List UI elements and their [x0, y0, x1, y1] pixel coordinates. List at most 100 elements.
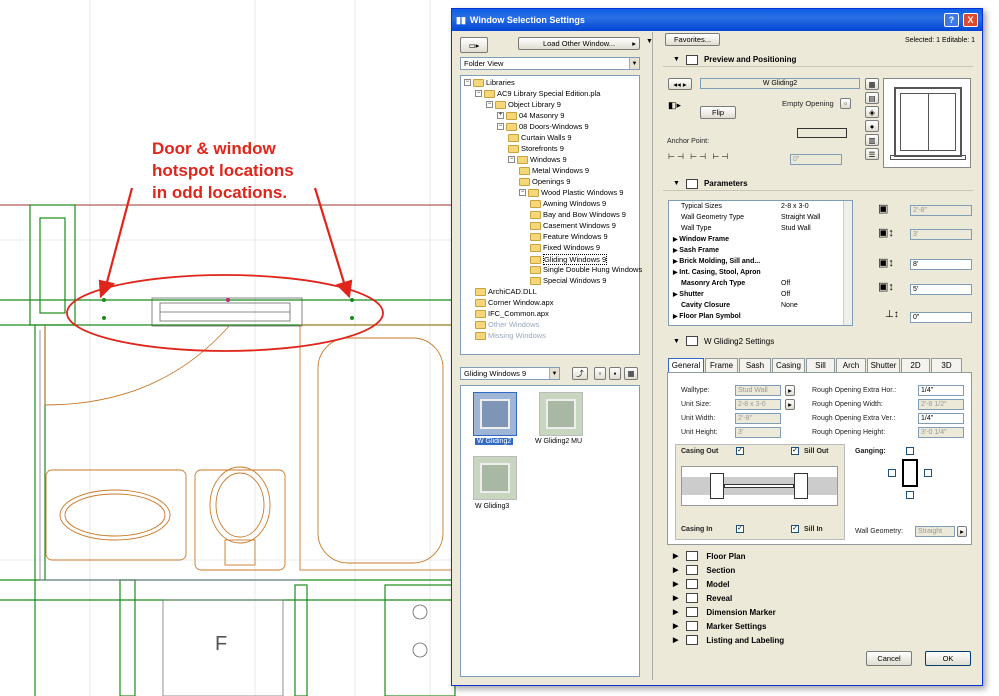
thumbnail-w-gliding2[interactable] [473, 392, 517, 436]
section-marker-settings[interactable]: ▶ Marker Settings [663, 619, 973, 633]
param-name[interactable]: Typical Sizes [681, 203, 722, 210]
help-button[interactable]: ? [944, 13, 959, 27]
casing-out-checkbox[interactable]: ✓ [736, 447, 744, 455]
section-reveal[interactable]: ▶ Reveal [663, 591, 973, 605]
parameters-section-header[interactable]: ▼ Parameters [663, 177, 973, 191]
tab-arch[interactable]: Arch [836, 358, 866, 372]
unit-size-field[interactable]: 2-8 x 3-0 [735, 399, 781, 410]
thumbnail-w-gliding2-mu[interactable] [539, 392, 583, 436]
tab-shutter[interactable]: Shutter [867, 358, 900, 372]
thumbnail-label[interactable]: W Gliding3 [475, 503, 509, 510]
favorites-button[interactable]: Favorites... [665, 33, 720, 46]
param-value[interactable]: Off [781, 291, 790, 298]
casing-in-checkbox[interactable]: ✓ [736, 525, 744, 533]
thumbnail-label[interactable]: W Gliding2 [475, 438, 514, 445]
sill-height-field[interactable]: 8' [910, 259, 972, 270]
ok-button[interactable]: OK [925, 651, 971, 666]
flip-button[interactable]: Flip [700, 106, 736, 119]
height-field[interactable]: 3' [910, 229, 972, 240]
tab-casing[interactable]: Casing [772, 358, 805, 372]
thumbnail-panel[interactable]: W Gliding2 W Gliding2 MU W Gliding3 [460, 385, 640, 677]
section-model[interactable]: ▶ Model [663, 577, 973, 591]
param-name[interactable]: Wall Geometry Type [681, 214, 744, 221]
rough-extra-ver-field[interactable]: 1/4" [918, 413, 964, 424]
folder-up-icon[interactable]: ⤴ [572, 367, 588, 380]
param-scrollbar[interactable] [843, 201, 852, 325]
param-name[interactable]: ▶ Sash Frame [673, 247, 719, 254]
tree-item[interactable]: Other Windows [475, 320, 539, 329]
tree-item[interactable]: Awning Windows 9 [530, 199, 606, 208]
param-name[interactable]: ▶ Brick Molding, Sill and... [673, 258, 760, 265]
tab-2d[interactable]: 2D [901, 358, 930, 372]
param-name[interactable]: ▶ Window Frame [673, 236, 729, 243]
tree-item[interactable]: Storefronts 9 [508, 144, 564, 153]
library-tree[interactable]: − Libraries − AC9 Library Special Edition.p… [460, 75, 642, 355]
param-name[interactable]: Cavity Closure [681, 302, 730, 309]
rough-height-field[interactable]: 3'-0 1/4" [918, 427, 964, 438]
view-mode-icon[interactable]: ▭▸ [460, 37, 488, 53]
tree-item[interactable]: Missing Windows [475, 331, 546, 340]
tree-item[interactable]: Openings 9 [519, 177, 570, 186]
unit-height-field[interactable]: 3' [735, 427, 781, 438]
preview-section-header[interactable]: ▼ Preview and Positioning [663, 53, 973, 67]
parameters-list[interactable]: Typical Sizes 2-8 x 3-0 Wall Geometry Type… [668, 200, 853, 326]
tree-item[interactable]: Curtain Walls 9 [508, 133, 572, 142]
view-mode-column[interactable]: ▦ ▤ ◈ ● ▥ ☰ [865, 78, 879, 168]
section-floor-plan[interactable]: ▶ Floor Plan [663, 549, 973, 563]
param-value[interactable]: Straight Wall [781, 214, 820, 221]
view-select[interactable]: Folder View ▼ [460, 57, 640, 70]
tree-item[interactable]: Fixed Windows 9 [530, 243, 600, 252]
param-name[interactable]: ▶ Int. Casing, Stool, Apron [673, 269, 761, 276]
ganging-control[interactable] [888, 447, 938, 499]
tree-item[interactable]: − Object Library 9 [486, 100, 561, 109]
section-listing-and-labeling[interactable]: ▶ Listing and Labeling [663, 633, 973, 647]
section-section[interactable]: ▶ Section [663, 563, 973, 577]
param-value[interactable]: Off [781, 280, 790, 287]
thumbnail-label[interactable]: W Gliding2 MU [535, 438, 582, 445]
width-field[interactable]: 2'-8" [910, 205, 972, 216]
tree-item[interactable]: − AC9 Library Special Edition.pla [475, 89, 600, 98]
tree-item[interactable]: IFC_Common.apx [475, 309, 549, 318]
section-dimension-marker[interactable]: ▶ Dimension Marker [663, 605, 973, 619]
param-name[interactable]: Wall Type [681, 225, 711, 232]
anchor-point-icons[interactable]: ⊢⊣ ⊢⊣ ⊢⊣ [668, 152, 730, 161]
elevation-field[interactable]: 0" [910, 312, 972, 323]
tab-general[interactable]: General [668, 358, 704, 372]
anchor-offset-field[interactable]: 0" [790, 154, 842, 165]
wall-geometry-field[interactable]: Straight [915, 526, 955, 537]
param-value[interactable]: 2-8 x 3-0 [781, 203, 809, 210]
large-icons-icon[interactable]: ▦ [624, 367, 638, 380]
list-view-icon[interactable]: ▫ [594, 367, 606, 380]
param-value[interactable]: Stud Wall [781, 225, 811, 232]
tree-item[interactable]: Corner Window.apx [475, 298, 553, 307]
tab-sill[interactable]: Sill [806, 358, 835, 372]
head-height-field[interactable]: 5' [910, 284, 972, 295]
unit-width-field[interactable]: 2'-8" [735, 413, 781, 424]
tree-item[interactable]: Gliding Windows 9 [530, 254, 608, 265]
tree-item[interactable]: Feature Windows 9 [530, 232, 608, 241]
tree-item[interactable]: +04 Masonry 9 [497, 111, 564, 120]
settings-section-header[interactable]: ▼ W Gliding2 Settings [663, 334, 973, 348]
param-name[interactable]: ▶ Shutter [673, 291, 704, 298]
tree-item[interactable]: ArchiCAD.DLL [475, 287, 537, 296]
tree-item[interactable]: Single Double Hung Windows [530, 265, 642, 274]
tree-item[interactable]: − Wood Plastic Windows 9 [519, 188, 623, 197]
tab-frame[interactable]: Frame [705, 358, 738, 372]
dialog-titlebar[interactable]: ▮▮ Window Selection Settings ? X [452, 9, 982, 31]
unit-size-arrow-icon[interactable]: ▸ [785, 399, 795, 410]
thumbnail-w-gliding3[interactable] [473, 456, 517, 500]
param-value[interactable]: None [781, 302, 798, 309]
walltype-arrow-icon[interactable]: ▸ [785, 385, 795, 396]
tree-item[interactable]: −08 Doors-Windows 9 [497, 122, 589, 131]
tree-item[interactable]: − Libraries [464, 78, 515, 87]
tree-item[interactable]: − Windows 9 [508, 155, 567, 164]
wall-geometry-arrow-icon[interactable]: ▸ [957, 526, 967, 537]
sill-in-checkbox[interactable]: ✓ [791, 525, 799, 533]
tree-item[interactable]: Special Windows 9 [530, 276, 606, 285]
cancel-button[interactable]: Cancel [866, 651, 912, 666]
sill-out-checkbox[interactable]: ✓ [791, 447, 799, 455]
walltype-field[interactable]: Stud Wall [735, 385, 781, 396]
close-button[interactable]: X [963, 13, 978, 27]
wall-position-icon[interactable] [797, 128, 847, 138]
tree-item[interactable]: Bay and Bow Windows 9 [530, 210, 626, 219]
